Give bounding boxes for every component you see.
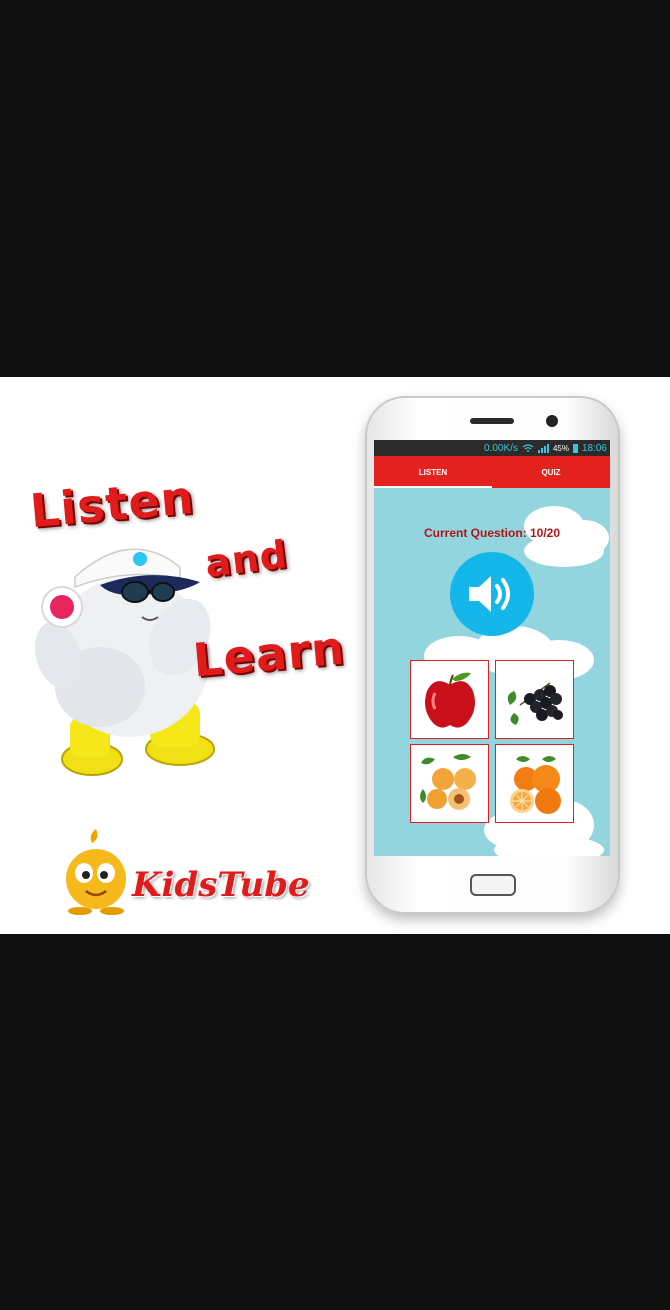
network-speed: 0.00K/s	[484, 442, 518, 454]
status-bar: 0.00K/s 45% 18:06	[374, 440, 610, 456]
headline-and: and	[202, 532, 291, 586]
answer-tile-apricot[interactable]	[410, 744, 489, 823]
answer-tile-blackcurrant[interactable]	[495, 660, 574, 739]
status-time: 18:06	[581, 442, 607, 454]
promo-banner: Listen and Learn KidsTube 0.00K/s 45% 18…	[0, 377, 670, 934]
apricot-icon	[419, 753, 476, 810]
headline-listen: Listen	[27, 469, 197, 539]
phone-earpiece	[470, 418, 514, 424]
orange-icon	[509, 755, 561, 814]
app-screen: 0.00K/s 45% 18:06 LISTEN QUIZ Current Qu…	[374, 440, 610, 856]
tab-bar: LISTEN QUIZ	[374, 456, 610, 488]
screen-root: Listen and Learn KidsTube 0.00K/s 45% 18…	[0, 0, 670, 1310]
phone-camera	[546, 415, 558, 427]
battery-percent: 45%	[552, 443, 569, 453]
answer-tile-orange[interactable]	[495, 744, 574, 823]
signal-icon	[537, 443, 549, 453]
tab-listen[interactable]: LISTEN	[374, 456, 492, 488]
phone-home-button	[470, 874, 516, 896]
battery-icon	[572, 443, 578, 453]
brand-name: KidsTube	[132, 865, 310, 905]
play-sound-button[interactable]	[450, 552, 534, 636]
speaker-volume-icon	[469, 576, 510, 612]
apple-icon	[424, 672, 475, 728]
wifi-icon	[522, 444, 534, 452]
tab-quiz[interactable]: QUIZ	[492, 456, 610, 488]
kidstube-logo-icon	[66, 829, 126, 915]
question-counter: Current Question: 10/20	[423, 526, 561, 540]
blackcurrant-icon	[507, 681, 563, 725]
answer-tile-apple[interactable]	[410, 660, 489, 739]
